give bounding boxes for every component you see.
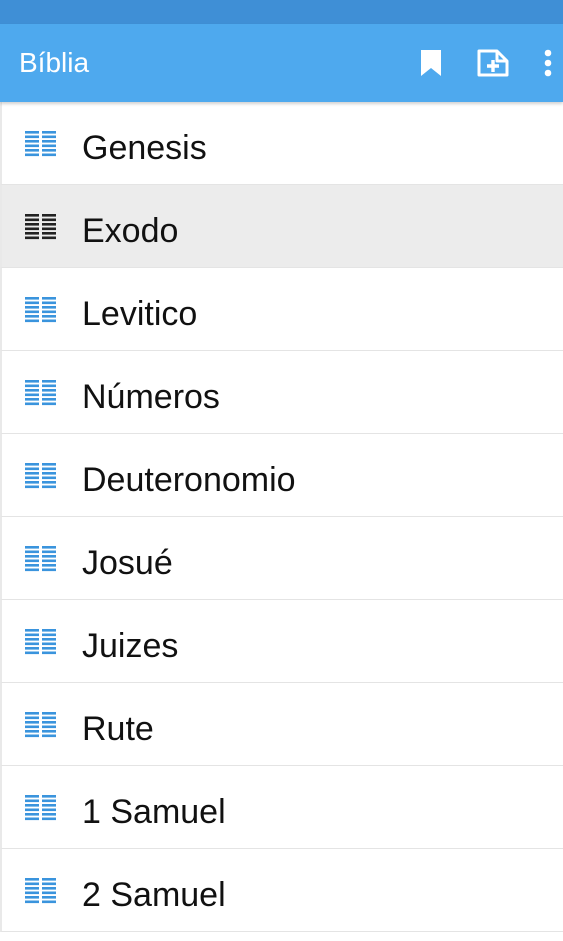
book-list-icon — [25, 380, 56, 406]
book-list-icon — [25, 214, 56, 240]
book-label: Exodo — [82, 212, 179, 250]
book-label: Rute — [82, 710, 154, 748]
book-list-icon — [25, 297, 56, 323]
bookmark-button[interactable] — [412, 24, 450, 102]
book-list-item[interactable]: Deuteronomio — [0, 434, 563, 517]
app-title: Bíblia — [19, 47, 90, 78]
add-book-button[interactable] — [472, 24, 514, 102]
book-list-item[interactable]: Josué — [0, 517, 563, 600]
book-list-item[interactable]: Números — [0, 351, 563, 434]
book-list-icon — [25, 629, 56, 655]
book-label: 2 Samuel — [82, 876, 226, 914]
bookmark-icon — [421, 50, 441, 76]
book-list-item[interactable]: Levitico — [0, 268, 563, 351]
app-bar: Bíblia — [0, 24, 563, 102]
book-list-item[interactable]: 1 Samuel — [0, 766, 563, 849]
book-list-icon — [25, 795, 56, 821]
book-list-icon — [25, 878, 56, 904]
book-label: 1 Samuel — [82, 793, 226, 831]
book-label: Josué — [82, 544, 173, 582]
book-label: Números — [82, 378, 220, 416]
book-list-item[interactable]: 2 Samuel — [0, 849, 563, 932]
book-label: Genesis — [82, 129, 207, 167]
book-list-item[interactable]: Juizes — [0, 600, 563, 683]
book-list-icon — [25, 712, 56, 738]
book-list-item[interactable]: Rute — [0, 683, 563, 766]
add-book-icon — [477, 49, 509, 77]
book-list-item[interactable]: Exodo — [0, 185, 563, 268]
book-list-icon — [25, 546, 56, 572]
book-list: Genesis Exodo Levitico Números Deuteronomio J… — [0, 102, 563, 932]
book-label: Juizes — [82, 627, 179, 665]
more-vert-icon — [544, 49, 551, 77]
more-options-button[interactable] — [532, 24, 563, 102]
book-label: Levitico — [82, 295, 198, 333]
book-list-item[interactable]: Genesis — [0, 102, 563, 185]
status-bar — [0, 0, 563, 24]
book-list-icon — [25, 131, 56, 157]
book-label: Deuteronomio — [82, 461, 296, 499]
book-list-icon — [25, 463, 56, 489]
